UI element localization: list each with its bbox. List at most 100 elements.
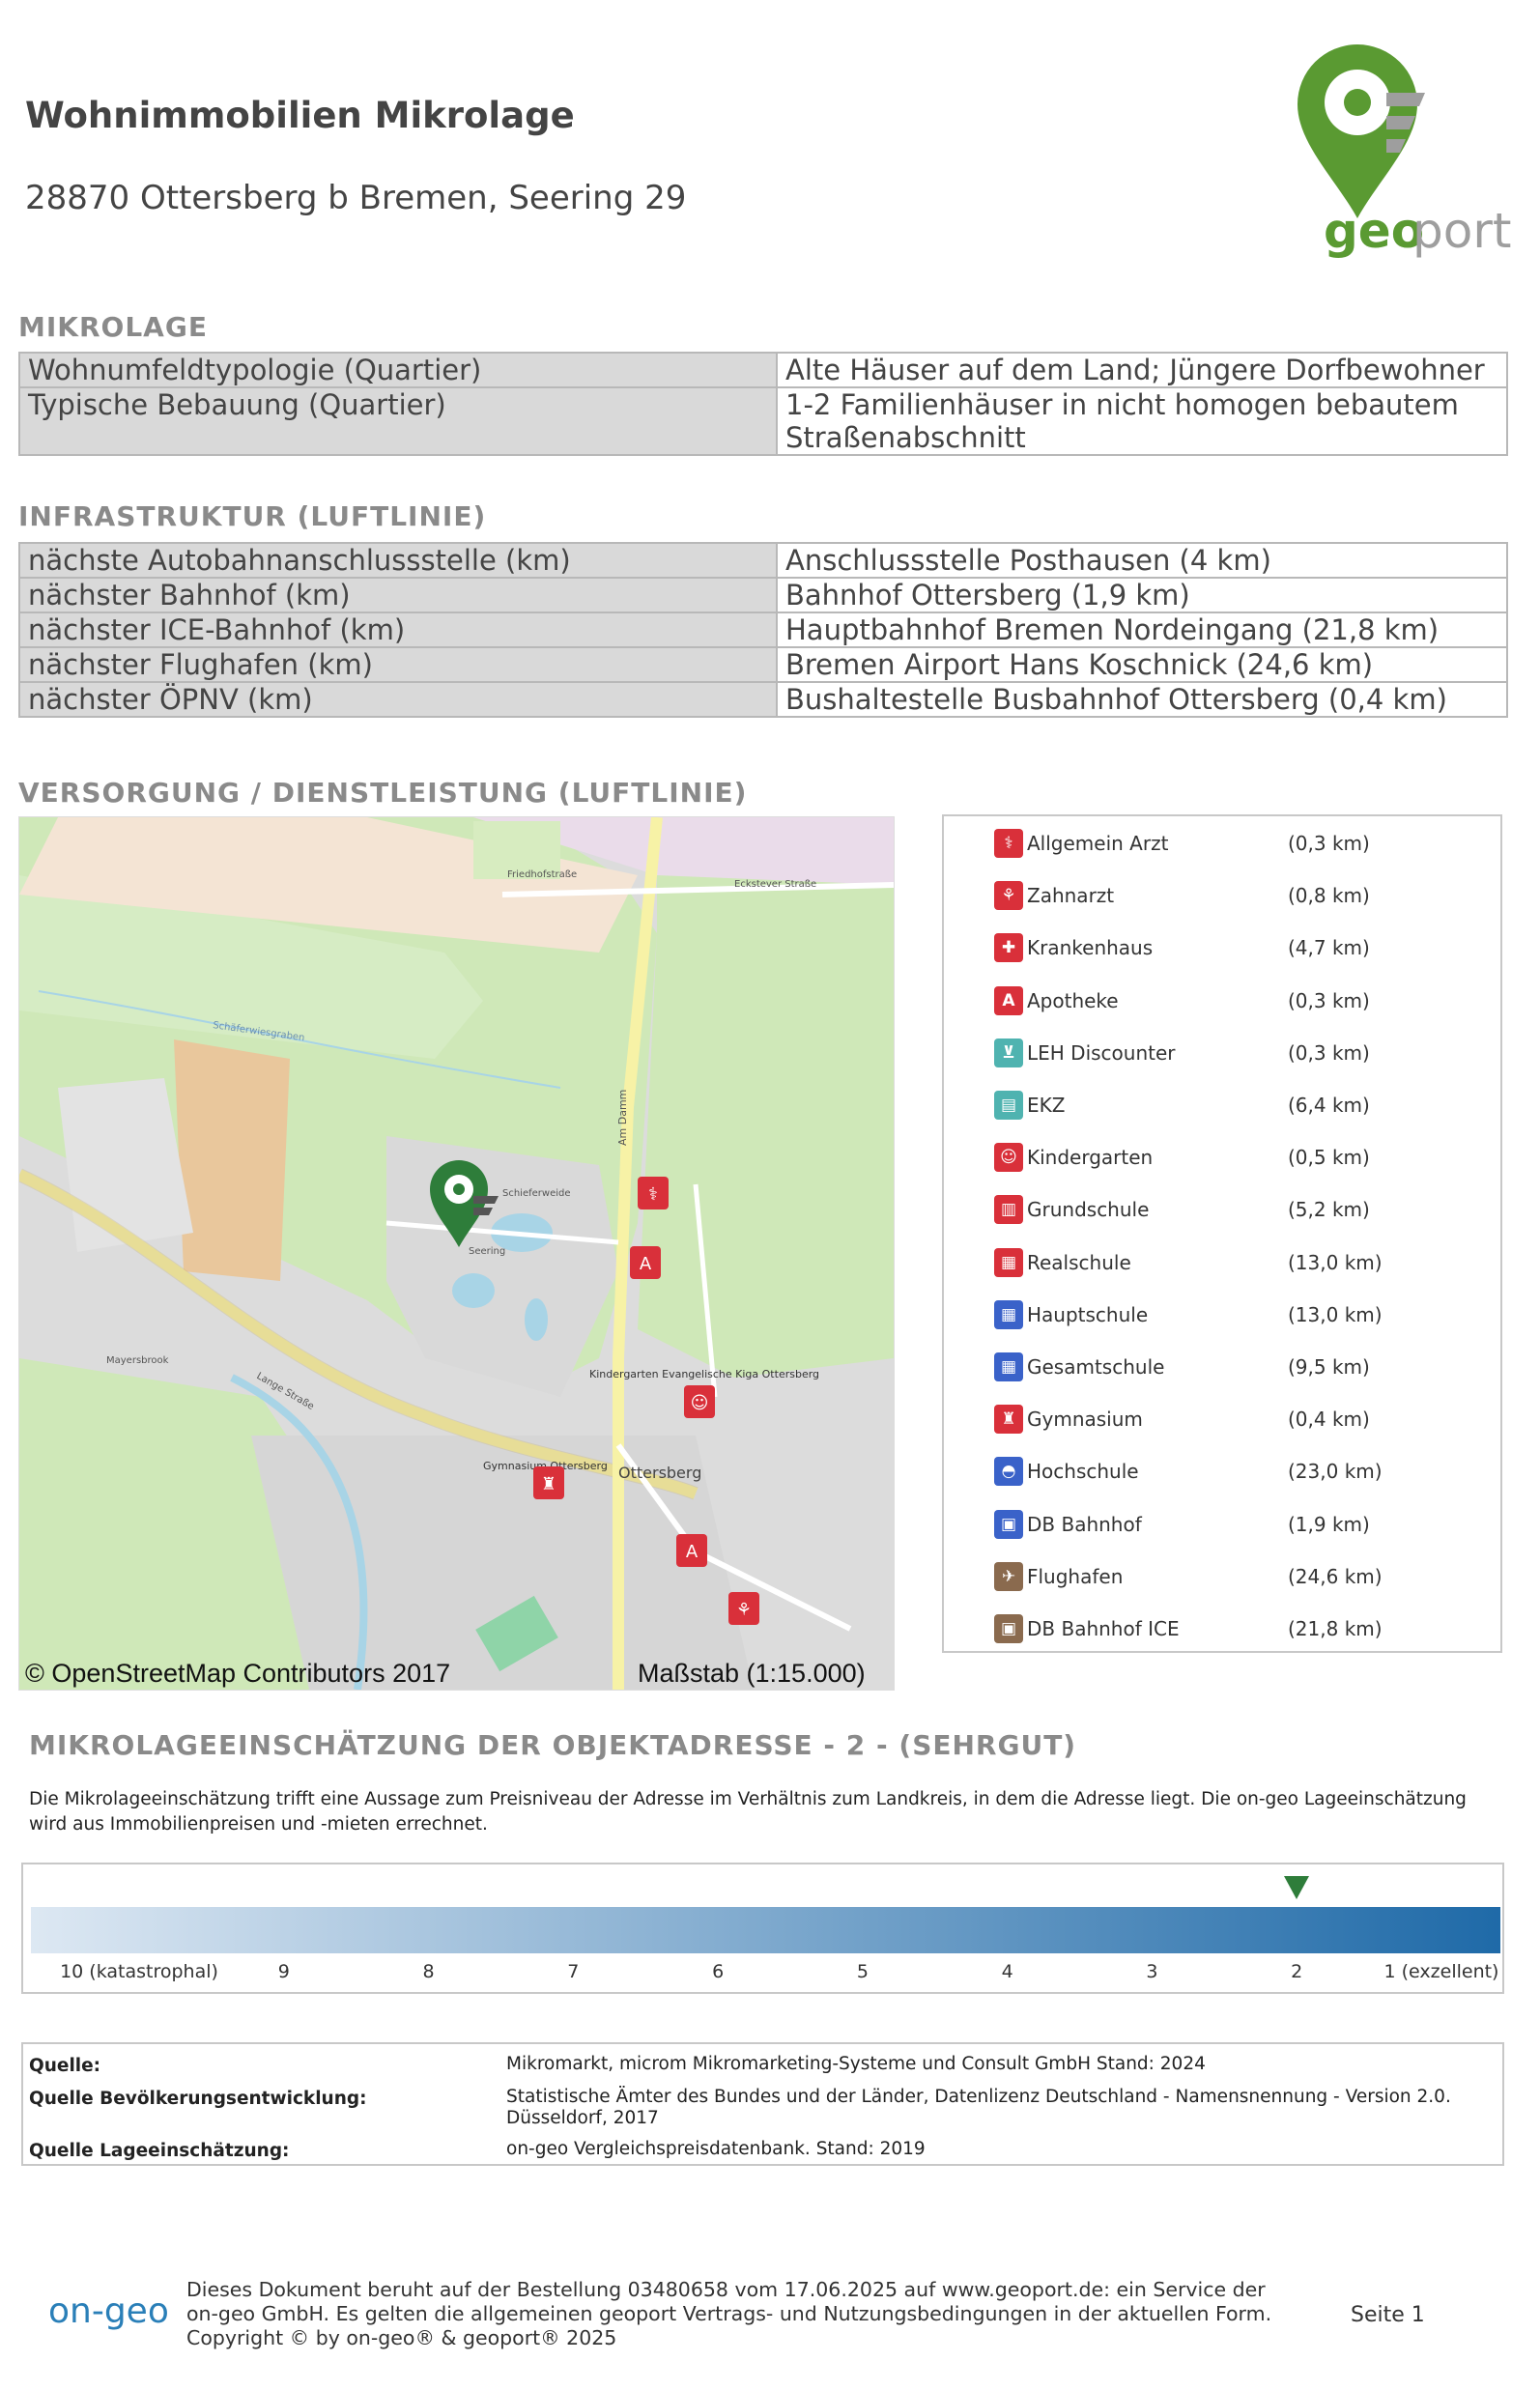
- legend-label: Krankenhaus: [1027, 936, 1154, 960]
- kindergarten-icon: ☺: [994, 1143, 1023, 1173]
- poi-legend: ⚕ Allgemein Arzt (0,3 km) ⚘ Zahnarzt (0,8 km)…: [942, 814, 1502, 1653]
- shopping-center-icon: ▤: [994, 1091, 1023, 1120]
- infrastruktur-table: nächste Autobahnanschlussstelle (km) Ansc…: [18, 542, 1508, 718]
- legend-label: Gesamtschule: [1027, 1355, 1165, 1379]
- legend-item: ✚ Krankenhaus (4,7 km): [994, 928, 1404, 967]
- map-copyright: © OpenStreetMap Contributors 2017: [25, 1659, 450, 1688]
- table-row: nächster Bahnhof (km) Bahnhof Ottersberg …: [18, 577, 1508, 613]
- geoport-logo: geo port: [1285, 35, 1526, 267]
- scale-tick-label: 7: [567, 1961, 580, 1982]
- logo-text-port: port: [1412, 203, 1512, 259]
- legend-distance: (4,7 km): [1288, 936, 1370, 960]
- source-key: Quelle Lageeinschätzung:: [29, 2141, 290, 2161]
- legend-distance: (6,4 km): [1288, 1094, 1370, 1117]
- street-label: Mayersbrook: [106, 1355, 169, 1366]
- row-value: Bahnhof Ottersberg (1,9 km): [776, 577, 1508, 613]
- dentist-icon: ⚘: [994, 881, 1023, 911]
- scale-tick-label: 2: [1291, 1961, 1303, 1982]
- row-value: Anschlussstelle Posthausen (4 km): [776, 542, 1508, 579]
- legend-distance: (0,3 km): [1288, 988, 1370, 1012]
- legend-item: ♜ Gymnasium (0,4 km): [994, 1400, 1404, 1438]
- table-row: Wohnumfeldtypologie (Quartier) Alte Häus…: [18, 352, 1508, 388]
- rating-gradient-bar: [31, 1907, 1500, 1953]
- footer-disclaimer: Dieses Dokument beruht auf der Bestellun…: [186, 2278, 1272, 2349]
- row-key: Wohnumfeldtypologie (Quartier): [18, 352, 778, 388]
- pharmacy-marker-icon: A: [676, 1534, 707, 1567]
- scale-tick-label: 1 (exzellent): [1383, 1961, 1499, 1982]
- source-key: Quelle Bevölkerungsentwicklung:: [29, 2089, 367, 2109]
- svg-text:A: A: [640, 1254, 652, 1274]
- realschule-icon: ▦: [994, 1247, 1023, 1277]
- legend-distance: (24,6 km): [1288, 1564, 1383, 1588]
- row-key: nächster Flughafen (km): [18, 646, 778, 683]
- poi-label: Kindergarten Evangelische Kiga Ottersber…: [589, 1368, 819, 1380]
- mikrolage-table: Wohnumfeldtypologie (Quartier) Alte Häus…: [18, 352, 1508, 456]
- legend-label: Apotheke: [1027, 988, 1119, 1012]
- svg-text:⚕: ⚕: [648, 1184, 658, 1205]
- assessment-description: Die Mikrolageeinschätzung trifft eine Au…: [29, 1789, 1467, 1835]
- scale-tick-label: 4: [1001, 1961, 1013, 1982]
- assessment-heading: MIKROLAGEEINSCHÄTZUNG DER OBJEKTADRESSE …: [29, 1729, 1077, 1761]
- legend-label: EKZ: [1027, 1094, 1066, 1117]
- row-key: Typische Bebauung (Quartier): [18, 386, 778, 456]
- svg-text:A: A: [686, 1542, 699, 1562]
- row-key: nächste Autobahnanschlussstelle (km): [18, 542, 778, 579]
- row-key: nächster ICE-Bahnhof (km): [18, 612, 778, 648]
- legend-distance: (0,4 km): [1288, 1408, 1370, 1432]
- ice-station-icon: ▣: [994, 1614, 1023, 1643]
- gymnasium-marker-icon: ♜: [533, 1466, 564, 1499]
- legend-item: ⊻ LEH Discounter (0,3 km): [994, 1034, 1404, 1072]
- legend-item: ▥ Grundschule (5,2 km): [994, 1190, 1404, 1229]
- hauptschule-icon: ▦: [994, 1299, 1023, 1329]
- legend-label: Zahnarzt: [1027, 884, 1115, 908]
- scale-tick-label: 6: [712, 1961, 725, 1982]
- legend-distance: (13,0 km): [1288, 1250, 1383, 1274]
- legend-label: Kindergarten: [1027, 1146, 1154, 1170]
- legend-item: ▤ EKZ (6,4 km): [994, 1086, 1404, 1124]
- legend-distance: (0,5 km): [1288, 1146, 1370, 1170]
- legend-label: Flughafen: [1027, 1564, 1124, 1588]
- legend-distance: (23,0 km): [1288, 1460, 1383, 1484]
- svg-text:⚘: ⚘: [736, 1600, 752, 1620]
- scale-tick-label: 3: [1146, 1961, 1158, 1982]
- legend-distance: (13,0 km): [1288, 1302, 1383, 1326]
- discounter-icon: ⊻: [994, 1038, 1023, 1067]
- property-address: 28870 Ottersberg b Bremen, Seering 29: [25, 179, 687, 217]
- dentist-marker-icon: ⚘: [728, 1592, 759, 1625]
- row-value: Hauptbahnhof Bremen Nordeingang (21,8 km…: [776, 612, 1508, 648]
- row-key: nächster ÖPNV (km): [18, 681, 778, 718]
- page-number: Seite 1: [1351, 2303, 1425, 2327]
- on-geo-logo: on-geo: [48, 2291, 169, 2331]
- table-row: nächster ICE-Bahnhof (km) Hauptbahnhof Br…: [18, 612, 1508, 648]
- green-area-east: [638, 817, 894, 1378]
- street-label: Eckstever Straße: [734, 879, 816, 890]
- scale-tick-label: 9: [277, 1961, 290, 1982]
- table-row: nächster ÖPNV (km) Bushaltestelle Busbahn…: [18, 681, 1508, 718]
- row-value: Bremen Airport Hans Koschnick (24,6 km): [776, 646, 1508, 683]
- university-icon: ◓: [994, 1457, 1023, 1487]
- legend-item: A Apotheke (0,3 km): [994, 982, 1404, 1020]
- legend-distance: (0,3 km): [1288, 1040, 1370, 1065]
- source-key: Quelle:: [29, 2056, 101, 2076]
- logo-text-geo: geo: [1324, 203, 1424, 259]
- pharmacy-icon: A: [994, 985, 1023, 1015]
- legend-item: ▦ Hauptschule (13,0 km): [994, 1295, 1404, 1334]
- source-value: Mikromarkt, microm Mikromarketing-System…: [506, 2054, 1206, 2074]
- infrastruktur-heading: INFRASTRUKTUR (LUFTLINIE): [18, 500, 487, 532]
- airport-icon: ✈: [994, 1561, 1023, 1591]
- legend-label: Allgemein Arzt: [1027, 832, 1169, 855]
- row-value: Alte Häuser auf dem Land; Jüngere Dorfbe…: [776, 352, 1508, 388]
- table-row: nächster Flughafen (km) Bremen Airport Ha…: [18, 646, 1508, 683]
- legend-label: DB Bahnhof: [1027, 1512, 1142, 1536]
- legend-item: ▣ DB Bahnhof ICE (21,8 km): [994, 1609, 1404, 1648]
- street-label: Am Damm: [616, 1090, 629, 1146]
- gesamtschule-icon: ▦: [994, 1352, 1023, 1381]
- legend-distance: (0,3 km): [1288, 832, 1370, 855]
- sources-box: Quelle: Mikromarkt, microm Mikromarketin…: [21, 2042, 1504, 2166]
- doctor-icon: ⚕: [994, 829, 1023, 858]
- pharmacy-marker-icon: A: [630, 1246, 661, 1279]
- location-map[interactable]: Friedhofstraße Eckstever Straße Schäferw…: [18, 816, 895, 1691]
- legend-item: ⚕ Allgemein Arzt (0,3 km): [994, 824, 1404, 863]
- row-value: Bushaltestelle Busbahnhof Ottersberg (0,…: [776, 681, 1508, 718]
- street-label: Seering: [469, 1246, 505, 1257]
